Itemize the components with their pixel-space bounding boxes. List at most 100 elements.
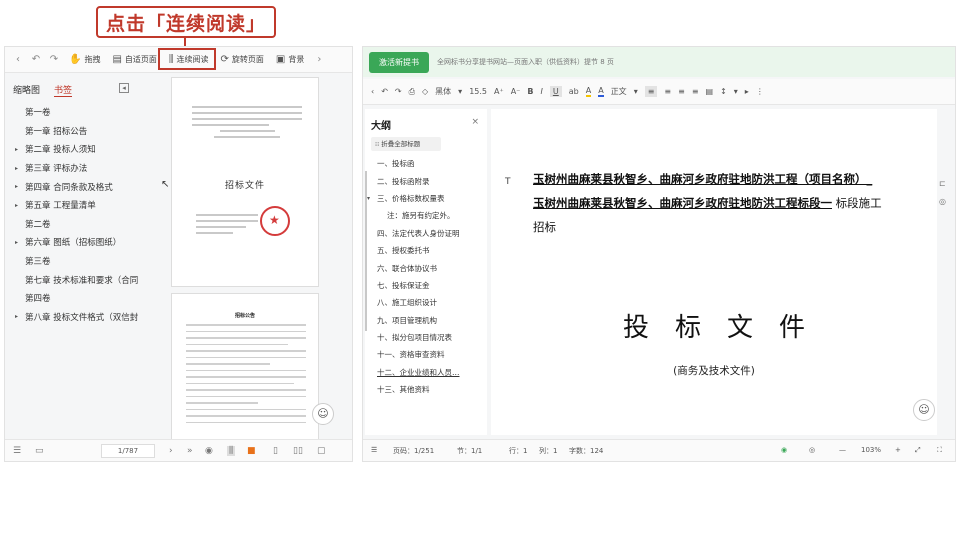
bookmark-item[interactable]: ▸ 第三章 评标办法 (15, 159, 140, 178)
align-left-icon[interactable]: ≡ (644, 86, 658, 97)
layout-icon[interactable]: ☰ (13, 446, 21, 456)
doc-title[interactable]: 投标文件 (491, 307, 937, 344)
fullscreen-icon[interactable]: ⛶ (937, 446, 942, 455)
zoom-out-icon[interactable]: — (839, 446, 846, 454)
collapse-all-button[interactable]: ⁝⁝ 折叠全部标题 (371, 137, 441, 151)
outline-item[interactable]: 一、投标函 (367, 155, 485, 172)
outline-item[interactable]: 四、法定代表人身份证明 (367, 225, 485, 242)
page-indicator[interactable]: 1/787 (101, 444, 155, 458)
chevron-down-icon[interactable]: ▾ (458, 87, 462, 96)
distributed-icon[interactable]: ▤ (706, 87, 714, 96)
chevron-right-icon[interactable]: ▸ (15, 202, 25, 209)
sidebar-collapse-icon[interactable]: ◂ (119, 83, 129, 93)
tab-bookmarks[interactable]: 书签 (54, 83, 73, 97)
underline-button[interactable]: U (549, 86, 562, 97)
chevron-left-icon[interactable]: ‹ (11, 54, 25, 65)
more-icon[interactable]: ▸ (745, 87, 749, 96)
bookmark-item[interactable]: 第一章 招标公告 (15, 122, 140, 141)
bookmark-item[interactable]: ▸ 第六章 图纸（招标图纸） (15, 233, 140, 252)
italic-button[interactable]: I (541, 87, 543, 96)
outline-item[interactable]: 注：施另有约定外。 (367, 207, 485, 224)
fullscreen-icon[interactable]: ■ (247, 446, 256, 456)
outline-item[interactable]: 六、联合体协议书 (367, 259, 485, 276)
next-page-icon[interactable]: › (169, 446, 173, 456)
outline-item[interactable]: 十三、其他资料 (367, 381, 485, 398)
layout-icon[interactable]: ☰ (371, 446, 377, 454)
bookmark-item[interactable]: 第四卷 (15, 289, 140, 308)
last-page-icon[interactable]: » (187, 446, 193, 456)
side-tool-icon[interactable]: ⊏ (939, 179, 953, 197)
bookmark-item[interactable]: ▸ 第五章 工程量清单 (15, 196, 140, 215)
document-page[interactable]: T 玉树州曲麻莱县秋智乡、曲麻河乡政府驻地防洪工程（项目名称）_ 玉树州曲麻莱县… (491, 109, 937, 435)
doc-subtitle[interactable]: (商务及技术文件) (491, 363, 937, 378)
outline-item[interactable]: 二、投标函附录 (367, 172, 485, 189)
justify-icon[interactable]: ≡ (692, 87, 699, 96)
project-name-line[interactable]: 玉树州曲麻莱县秋智乡、曲麻河乡政府驻地防洪工程（项目名称）_ (533, 171, 872, 187)
grow-font-button[interactable]: A⁺ (494, 87, 504, 96)
more-icon[interactable]: › (312, 54, 326, 65)
drag-button[interactable]: ✋ 拖拽 (65, 51, 104, 69)
outline-item[interactable]: 十二、企业业绩和人员… (367, 364, 485, 381)
bookmark-item[interactable]: 第一卷 (15, 103, 140, 122)
comment-icon[interactable]: ▭ (35, 446, 44, 456)
chevron-right-icon[interactable]: ▸ (15, 165, 25, 172)
font-family-select[interactable]: 黑体 (435, 86, 451, 97)
highlight-button[interactable]: A (585, 86, 592, 97)
close-icon[interactable]: × (471, 117, 479, 127)
font-color-button[interactable]: A (598, 86, 604, 97)
chevron-right-icon[interactable]: ▸ (15, 239, 25, 246)
bookmark-item[interactable]: 第三卷 (15, 252, 140, 271)
fit-icon[interactable]: ▢ (317, 446, 326, 456)
outline-item[interactable]: 八、施工组织设计 (367, 294, 485, 311)
redo-icon[interactable]: ↷ (395, 87, 402, 96)
chevron-right-icon[interactable]: ▸ (15, 146, 25, 153)
outline-item[interactable]: 七、投标保证金 (367, 277, 485, 294)
outline-item[interactable]: ▾ 三、价格标数权量表 (367, 190, 485, 207)
ai-assistant-icon[interactable]: ☺ (913, 399, 935, 421)
bookmark-item[interactable]: 第二卷 (15, 215, 140, 234)
align-center-icon[interactable]: ≡ (664, 87, 671, 96)
settings-icon[interactable]: ⋮ (756, 87, 764, 96)
font-size-select[interactable]: 15.5 (469, 87, 487, 96)
book-view-icon[interactable]: ▯ (273, 446, 278, 456)
continuous-mode-icon[interactable]: ⫼ (227, 445, 236, 456)
eraser-icon[interactable]: ◇ (422, 87, 428, 96)
eye-icon[interactable]: ◉ (205, 446, 213, 456)
rotate-page-button[interactable]: ⟳ 旋转页面 (217, 51, 268, 69)
tab-thumbnails[interactable]: 缩略图 (13, 83, 40, 97)
side-tool-icon[interactable]: ◎ (939, 197, 953, 215)
zoom-in-icon[interactable]: + (895, 446, 901, 454)
print-icon[interactable]: ⎙ (409, 87, 415, 97)
chevron-right-icon[interactable]: ▸ (15, 183, 25, 190)
background-button[interactable]: ▣ 背景 (272, 51, 308, 69)
bookmark-item[interactable]: 第七章 技术标准和要求（合同 (15, 270, 140, 289)
section-line[interactable]: 玉树州曲麻莱县秋智乡、曲麻河乡政府驻地防洪工程标段一 标段施工 (533, 195, 882, 211)
two-page-icon[interactable]: ▯▯ (293, 446, 303, 456)
chevron-right-icon[interactable]: ▸ (15, 313, 25, 320)
bid-line[interactable]: 招标 (533, 219, 556, 235)
eye-icon[interactable]: ◎ (809, 446, 815, 454)
chevron-left-icon[interactable]: ‹ (371, 87, 374, 96)
bookmark-item[interactable]: ▸ 第二章 投标人须知 (15, 140, 140, 159)
zoom-level[interactable]: 103% (861, 446, 881, 454)
outline-item[interactable]: 五、授权委托书 (367, 242, 485, 259)
activate-button[interactable]: 激活新提书 (369, 51, 429, 73)
undo-icon[interactable]: ↶ (381, 87, 388, 96)
bold-button[interactable]: B (527, 87, 533, 96)
align-right-icon[interactable]: ≡ (678, 87, 685, 96)
line-spacing-icon[interactable]: ↕ (720, 87, 727, 96)
undo-icon[interactable]: ↶ (29, 54, 43, 65)
outline-item[interactable]: 九、项目管理机构 (367, 312, 485, 329)
chevron-down-icon[interactable]: ▾ (634, 87, 638, 96)
ai-assistant-icon[interactable]: ☺ (312, 403, 334, 425)
strikethrough-button[interactable]: ab (569, 87, 579, 96)
redo-icon[interactable]: ↷ (47, 54, 61, 65)
style-select[interactable]: 正文 (611, 86, 627, 97)
chevron-down-icon[interactable]: ▾ (734, 87, 738, 96)
chevron-down-icon[interactable]: ▾ (367, 195, 377, 202)
outline-item[interactable]: 十、拟分包项目情况表 (367, 329, 485, 346)
bookmark-item[interactable]: ▸ 第八章 投标文件格式（双信封 (15, 308, 140, 327)
sync-icon[interactable]: ◉ (781, 446, 787, 454)
fit-page-button[interactable]: ▤ 自适页面 (108, 51, 160, 69)
outline-item[interactable]: 十一、资格审查资料 (367, 346, 485, 363)
